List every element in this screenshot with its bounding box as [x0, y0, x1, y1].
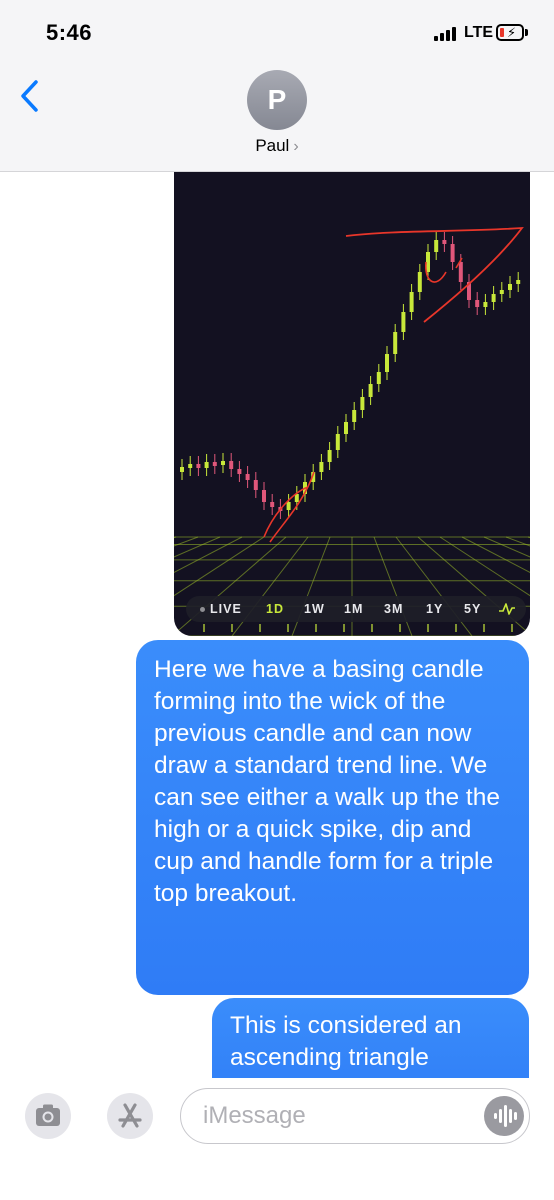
- line-chart-icon: [499, 603, 515, 615]
- candle: [319, 462, 324, 472]
- contact-name-button[interactable]: Paul ›: [0, 136, 554, 156]
- range-1w: 1W: [304, 602, 325, 616]
- candle: [335, 434, 340, 450]
- candle: [393, 332, 398, 354]
- candle: [475, 300, 480, 307]
- annotation-line: [345, 226, 524, 323]
- candle: [180, 467, 184, 472]
- candle: [491, 294, 496, 302]
- chart-screenshot-attachment[interactable]: LIVE 1D 1W 1M 3M 1Y 5Y: [174, 172, 530, 636]
- camera-button[interactable]: [24, 1092, 72, 1140]
- candle: [196, 464, 201, 468]
- candle: [204, 462, 209, 468]
- candle: [376, 372, 381, 384]
- message-bubble[interactable]: Here we have a basing candle forming int…: [136, 640, 529, 995]
- candle: [409, 292, 414, 312]
- status-bar: 5:46 LTE ⚡: [0, 0, 554, 60]
- candle: [237, 469, 242, 474]
- candle: [344, 422, 348, 434]
- candlestick-chart: [174, 226, 530, 636]
- range-1d: 1D: [266, 602, 284, 616]
- status-time: 5:46: [46, 20, 93, 45]
- annotation-line: [425, 257, 463, 283]
- candle: [442, 240, 447, 244]
- candle: [450, 244, 455, 262]
- candle: [385, 354, 389, 372]
- candle: [188, 464, 193, 468]
- camera-icon: [25, 1093, 71, 1139]
- range-live: LIVE: [210, 602, 242, 616]
- candle: [426, 252, 430, 272]
- time-range-bar: LIVE 1D 1W 1M 3M 1Y 5Y: [186, 596, 526, 622]
- chevron-left-icon: [21, 80, 38, 112]
- candle: [483, 302, 488, 307]
- live-dot-icon: [200, 607, 205, 612]
- candle: [270, 502, 275, 507]
- conversation-header: 5:46 LTE ⚡ P Paul ›: [0, 0, 554, 172]
- contact-avatar[interactable]: P: [247, 70, 307, 130]
- candle: [286, 502, 291, 510]
- candle: [212, 462, 217, 466]
- range-1y: 1Y: [426, 602, 444, 616]
- candle: [221, 461, 225, 465]
- candle: [401, 312, 406, 332]
- candle: [417, 272, 422, 292]
- candle: [368, 384, 373, 397]
- back-button[interactable]: [16, 76, 46, 116]
- candle: [327, 450, 332, 462]
- contact-name: Paul: [255, 136, 290, 155]
- app-store-icon: [107, 1093, 153, 1139]
- candle: [458, 262, 463, 282]
- signal-strength-icon: [434, 27, 460, 41]
- candle: [262, 490, 266, 502]
- audio-message-button[interactable]: [484, 1096, 524, 1136]
- apps-button[interactable]: [104, 1092, 156, 1140]
- candle: [508, 284, 512, 290]
- candle: [499, 290, 504, 294]
- candle: [253, 480, 258, 490]
- candle: [245, 474, 250, 480]
- candle: [360, 397, 365, 410]
- candle: [434, 240, 439, 252]
- imessage-input[interactable]: iMessage: [180, 1088, 530, 1144]
- chevron-right-icon: ›: [293, 138, 299, 155]
- network-label: LTE: [464, 24, 494, 41]
- range-5y: 5Y: [464, 602, 482, 616]
- range-1m: 1M: [344, 602, 364, 616]
- candle: [229, 461, 234, 469]
- candle: [516, 280, 521, 284]
- candle: [352, 410, 357, 422]
- range-3m: 3M: [384, 602, 404, 616]
- grid-line: [527, 536, 530, 539]
- battery-icon: ⚡: [496, 24, 524, 41]
- grid-line: [174, 536, 177, 539]
